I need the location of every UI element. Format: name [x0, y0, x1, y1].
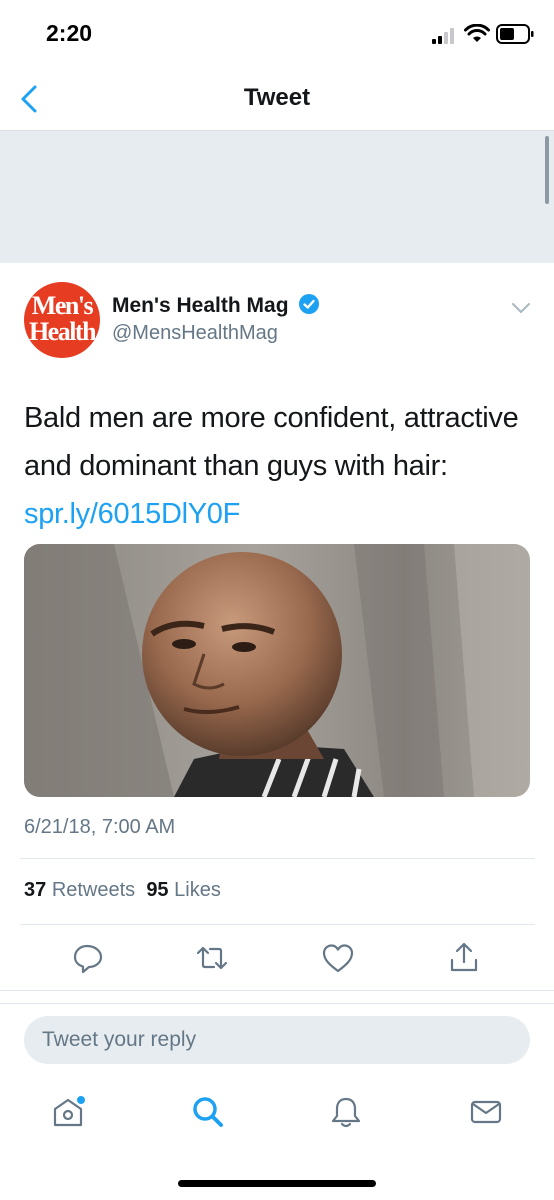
- avatar-logo-line1: Men's: [31, 291, 94, 320]
- cellular-signal-icon: [432, 28, 458, 49]
- divider: [20, 924, 535, 925]
- retweets-count: 37: [24, 879, 47, 901]
- section-separator: [0, 990, 554, 1004]
- home-indicator: [178, 1180, 376, 1187]
- avatar-logo-line2: Health: [28, 317, 97, 346]
- tweet-menu-button[interactable]: [510, 300, 532, 321]
- scrollbar[interactable]: [545, 136, 549, 204]
- like-icon: [322, 944, 354, 973]
- tweet-body: Bald men are more confident, attractive …: [24, 402, 519, 482]
- divider: [20, 858, 535, 859]
- chevron-down-icon: [512, 303, 530, 313]
- likes-count: 95: [146, 879, 169, 901]
- battery-icon: [496, 24, 534, 49]
- tab-search[interactable]: [190, 1094, 226, 1130]
- tweet-text: Bald men are more confident, attractive …: [24, 394, 524, 538]
- user-handle[interactable]: @MensHealthMag: [112, 322, 278, 345]
- tab-notifications[interactable]: [328, 1094, 364, 1130]
- display-name-text: Men's Health Mag: [112, 294, 289, 317]
- retweet-icon: [196, 946, 228, 970]
- display-name[interactable]: Men's Health Mag: [112, 293, 320, 318]
- page-title: Tweet: [243, 84, 311, 111]
- home-icon: [53, 1096, 85, 1127]
- verified-badge-icon: [299, 294, 320, 314]
- search-icon: [193, 1097, 223, 1127]
- tab-messages[interactable]: [468, 1094, 504, 1130]
- reply-icon: [73, 944, 103, 974]
- wifi-icon: [464, 23, 490, 49]
- retweet-button[interactable]: [194, 940, 230, 976]
- tweet-media-image[interactable]: [24, 544, 530, 797]
- messages-icon: [470, 1100, 502, 1124]
- likes-stat[interactable]: 95 Likes: [146, 879, 221, 901]
- retweets-label: Retweets: [51, 879, 136, 901]
- reply-button[interactable]: [70, 940, 106, 976]
- tab-home[interactable]: [50, 1094, 86, 1130]
- avatar[interactable]: Men's Health: [24, 282, 100, 358]
- retweets-stat[interactable]: 37 Retweets: [24, 879, 135, 901]
- reply-placeholder: Tweet your reply: [42, 1028, 197, 1051]
- tweet-timestamp: 6/21/18, 7:00 AM: [24, 816, 176, 838]
- share-icon: [450, 942, 478, 972]
- likes-label: Likes: [174, 879, 221, 901]
- tweet-link[interactable]: spr.ly/6015DlY0F: [24, 498, 240, 530]
- status-time: 2:20: [46, 20, 93, 46]
- tweet-stats: 37 Retweets 95 Likes: [24, 879, 221, 902]
- share-button[interactable]: [446, 940, 482, 976]
- notifications-icon: [331, 1097, 361, 1128]
- like-button[interactable]: [320, 940, 356, 976]
- top-banner: [0, 131, 554, 263]
